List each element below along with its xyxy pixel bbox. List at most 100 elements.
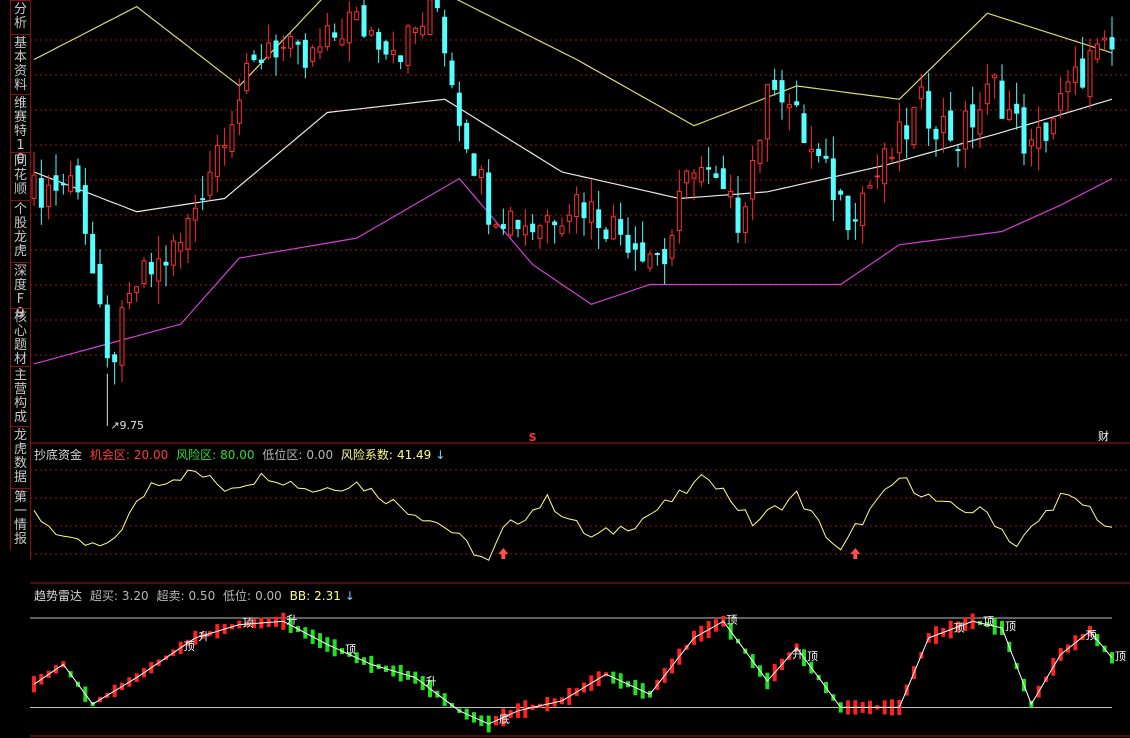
candle-body: [361, 5, 367, 37]
candle-body: [324, 25, 330, 48]
osc-buy-arrow-icon: [850, 548, 861, 559]
candle-body: [449, 60, 455, 86]
candle-body: [90, 234, 96, 274]
radar-label: 顶: [726, 613, 737, 626]
candle-body: [134, 286, 140, 293]
osc-name: 抄底资金: [34, 448, 83, 462]
candle-body: [654, 252, 660, 255]
candle-body: [75, 165, 81, 193]
candle-body: [669, 234, 675, 259]
candle-body: [515, 219, 521, 230]
candle-body: [229, 124, 235, 152]
osc-chance-label: 机会区:: [89, 448, 130, 462]
candle-body: [757, 139, 763, 165]
candle-body: [1050, 118, 1056, 135]
radar-label: 升: [286, 613, 297, 626]
candle-body: [163, 261, 169, 266]
radar-oversell-label: 超卖:: [156, 589, 185, 603]
candle-body: [735, 197, 741, 233]
candle-body: [126, 292, 132, 304]
candle-body: [119, 307, 125, 366]
candle-body: [1094, 43, 1100, 60]
candle-body: [471, 153, 477, 176]
radar-low-label: 低位:: [223, 589, 252, 603]
candle-body: [566, 214, 572, 222]
candle-body: [559, 225, 565, 235]
candle-body: [808, 148, 814, 153]
candle-body: [691, 172, 697, 179]
candle-body: [860, 192, 866, 227]
candle-body: [647, 253, 653, 269]
candle-body: [999, 80, 1005, 119]
radar-low-value: 0.00: [255, 589, 282, 603]
candle-body: [412, 27, 418, 33]
signal-cai-marker: 财: [1098, 429, 1109, 443]
candle-body: [214, 145, 220, 177]
candle-body: [801, 113, 807, 143]
candle-body: [1065, 81, 1071, 93]
candle-body: [596, 209, 602, 229]
candle-body: [918, 86, 924, 100]
candle-body: [728, 190, 734, 198]
radar-label: 顶: [1005, 620, 1016, 633]
candle-body: [295, 41, 301, 45]
candle-body: [867, 185, 873, 189]
candle-body: [1036, 126, 1042, 149]
candle-body: [977, 109, 983, 135]
candle-body: [896, 121, 902, 154]
candle-body: [1021, 107, 1027, 154]
osc-low-value: 0.00: [306, 448, 334, 462]
candle-body: [478, 169, 484, 179]
candle-body: [207, 171, 213, 196]
candle-body: [420, 25, 426, 36]
osc-buy-arrow-icon: [498, 548, 509, 559]
candle-body: [266, 42, 272, 58]
candle-body: [104, 304, 110, 359]
candle-body: [676, 190, 682, 231]
candle-body: [500, 224, 506, 229]
candle-body: [610, 216, 616, 240]
candle-body: [530, 223, 536, 233]
candle-body: [68, 175, 74, 192]
candle-body: [684, 170, 690, 184]
radar-label: 顶: [345, 643, 356, 656]
candle-body: [992, 74, 998, 79]
candle-body: [816, 148, 822, 156]
radar-label: 顶: [1086, 629, 1097, 642]
candle-body: [933, 128, 939, 140]
candle-body: [632, 243, 638, 250]
candle-body: [251, 54, 257, 60]
candle-body: [1109, 37, 1115, 50]
candle-body: [383, 41, 389, 55]
candle-body: [845, 195, 851, 231]
candle-body: [236, 99, 242, 124]
radar-label: 顶: [954, 622, 965, 635]
osc-risk-value: 80.00: [220, 448, 255, 462]
candle-body: [508, 210, 514, 236]
candle-body: [904, 125, 910, 140]
osc-header: 抄底资金 机会区: 20.00 风险区: 80.00 低位区: 0.00 风险系数: 4…: [34, 446, 449, 463]
candle-body: [376, 32, 382, 50]
radar-label: 顶: [807, 650, 818, 663]
candle-body: [1080, 58, 1086, 88]
radar-label: 顶: [184, 640, 195, 653]
candle-body: [368, 30, 374, 36]
candle-body: [1058, 93, 1064, 111]
candle-body: [427, 0, 433, 36]
candle-body: [156, 258, 162, 282]
candle-body: [852, 219, 858, 222]
candle-body: [698, 167, 704, 183]
candle-body: [60, 183, 66, 186]
candle-body: [288, 35, 294, 49]
candle-body: [442, 16, 448, 54]
candle-body: [779, 80, 785, 103]
candle-body: [486, 172, 492, 225]
candle-body: [522, 225, 528, 236]
candle-body: [31, 174, 37, 199]
radar-label: 顶: [1115, 650, 1126, 663]
osc-coef-label: 风险系数:: [340, 448, 393, 462]
candle-body: [940, 116, 946, 134]
candle-body: [464, 122, 470, 150]
osc-line: [33, 469, 1113, 561]
radar-overbuy-value: 3.20: [121, 589, 149, 603]
